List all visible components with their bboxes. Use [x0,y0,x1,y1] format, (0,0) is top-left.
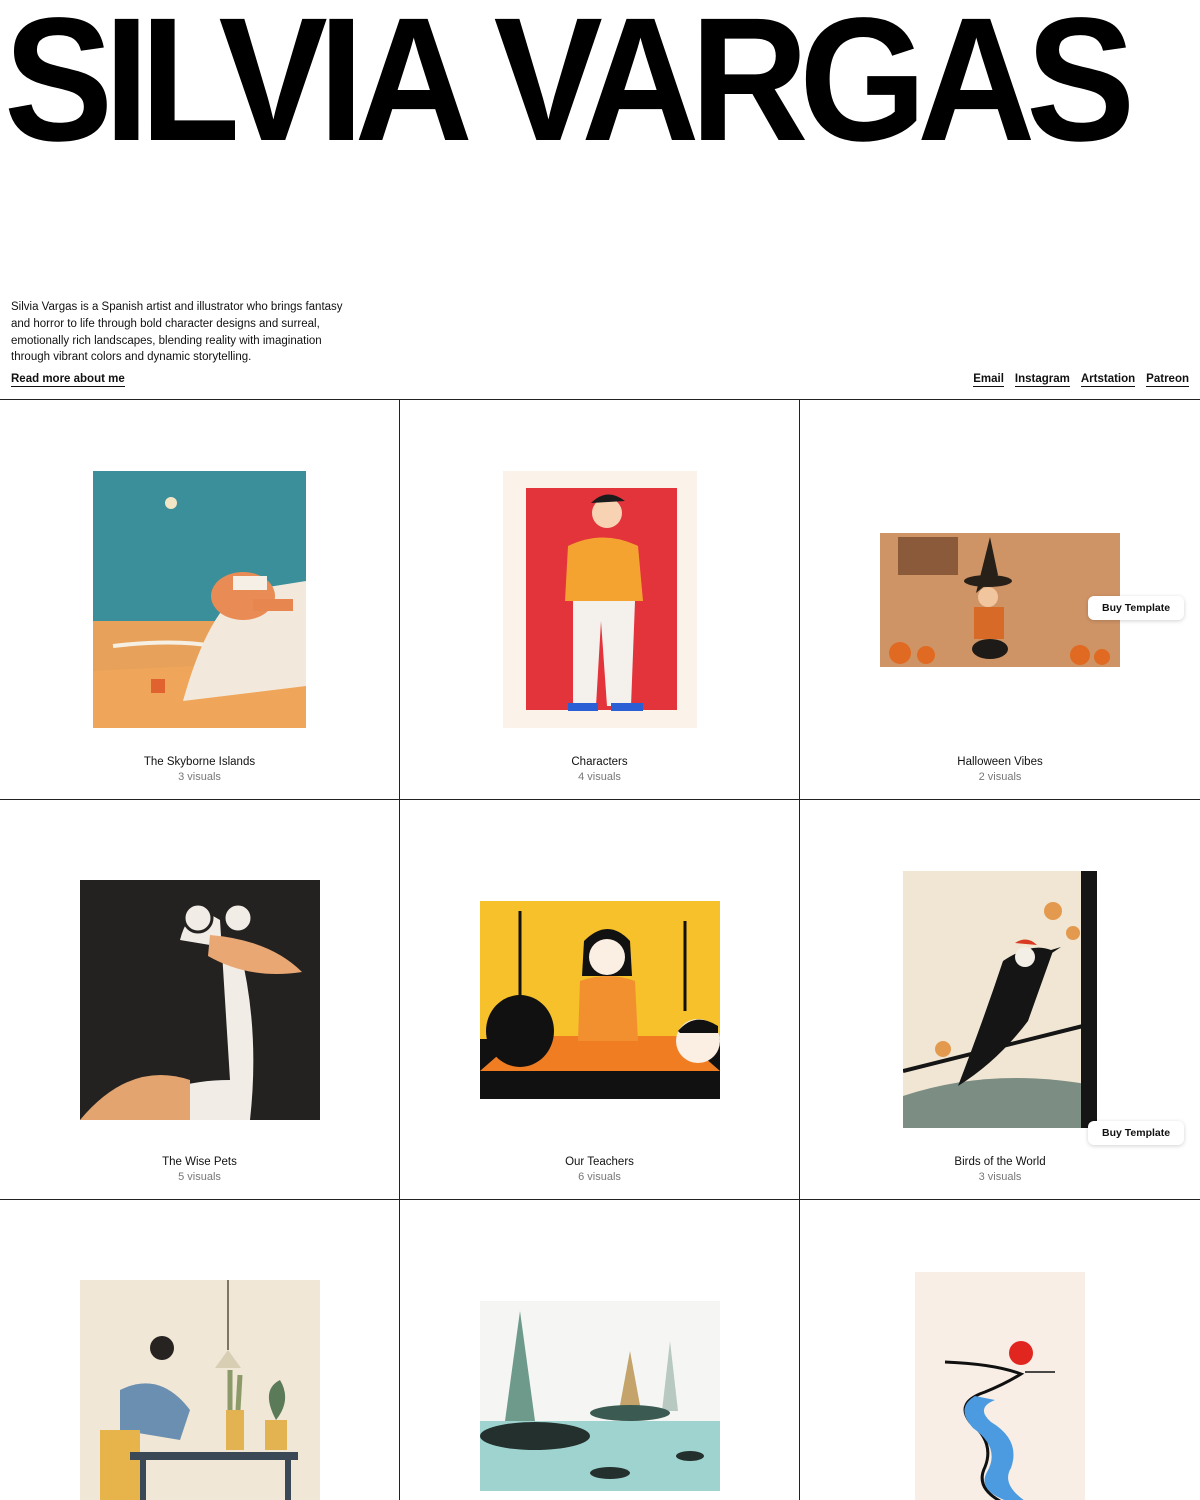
project-visual-count: 6 visuals [578,1171,621,1183]
read-more-link[interactable]: Read more about me [11,373,125,387]
email-link[interactable]: Email [973,373,1004,387]
project-card-our-teachers[interactable]: Our Teachers 6 visuals [400,800,800,1200]
project-visual-count: 2 visuals [978,771,1022,783]
project-thumbnail[interactable] [480,901,720,1099]
project-grid: The Skyborne Islands 3 visuals Character… [0,399,1200,1500]
project-card-skyborne-islands[interactable]: The Skyborne Islands 3 visuals [0,400,400,800]
site-title: SILVIA VARGAS [4,0,1135,178]
project-thumbnail[interactable] [480,1301,720,1491]
project-card-9[interactable] [800,1200,1200,1500]
project-visual-count: 3 visuals [978,1171,1022,1183]
project-card-wise-pets[interactable]: The Wise Pets 5 visuals [0,800,400,1200]
project-title[interactable]: The Wise Pets [0,1156,399,1168]
project-visual-count: 4 visuals [578,771,621,783]
project-title[interactable]: The Skyborne Islands [0,756,399,768]
buy-template-button[interactable]: Buy Template [1088,596,1185,620]
project-thumbnail[interactable] [880,533,1120,667]
social-links: Email Instagram Artstation Patreon [973,373,1189,387]
project-card-8[interactable] [400,1200,800,1500]
project-title[interactable]: Our Teachers [400,1156,799,1168]
patreon-link[interactable]: Patreon [1146,373,1189,387]
project-thumbnail[interactable] [915,1272,1085,1500]
project-thumbnail[interactable] [80,1280,320,1500]
project-visual-count: 5 visuals [178,1171,221,1183]
buy-template-button[interactable]: Buy Template [1088,1121,1185,1145]
project-title[interactable]: Halloween Vibes [800,756,1200,768]
project-card-characters[interactable]: Characters 4 visuals [400,400,800,800]
project-card-birds-of-the-world[interactable]: Buy Template Birds of the World 3 visual… [800,800,1200,1200]
artstation-link[interactable]: Artstation [1080,373,1136,387]
project-thumbnail[interactable] [93,471,306,728]
project-thumbnail[interactable] [903,871,1097,1128]
artist-bio: Silvia Vargas is a Spanish artist and il… [11,301,343,364]
project-title[interactable]: Birds of the World [800,1156,1200,1168]
project-card-7[interactable] [0,1200,400,1500]
instagram-link[interactable]: Instagram [1014,373,1070,387]
project-title[interactable]: Characters [400,756,799,768]
project-thumbnail[interactable] [503,471,697,728]
project-card-halloween-vibes[interactable]: Buy Template Halloween Vibes 2 visuals [800,400,1200,800]
project-visual-count: 3 visuals [178,771,221,783]
project-thumbnail[interactable] [80,880,320,1120]
